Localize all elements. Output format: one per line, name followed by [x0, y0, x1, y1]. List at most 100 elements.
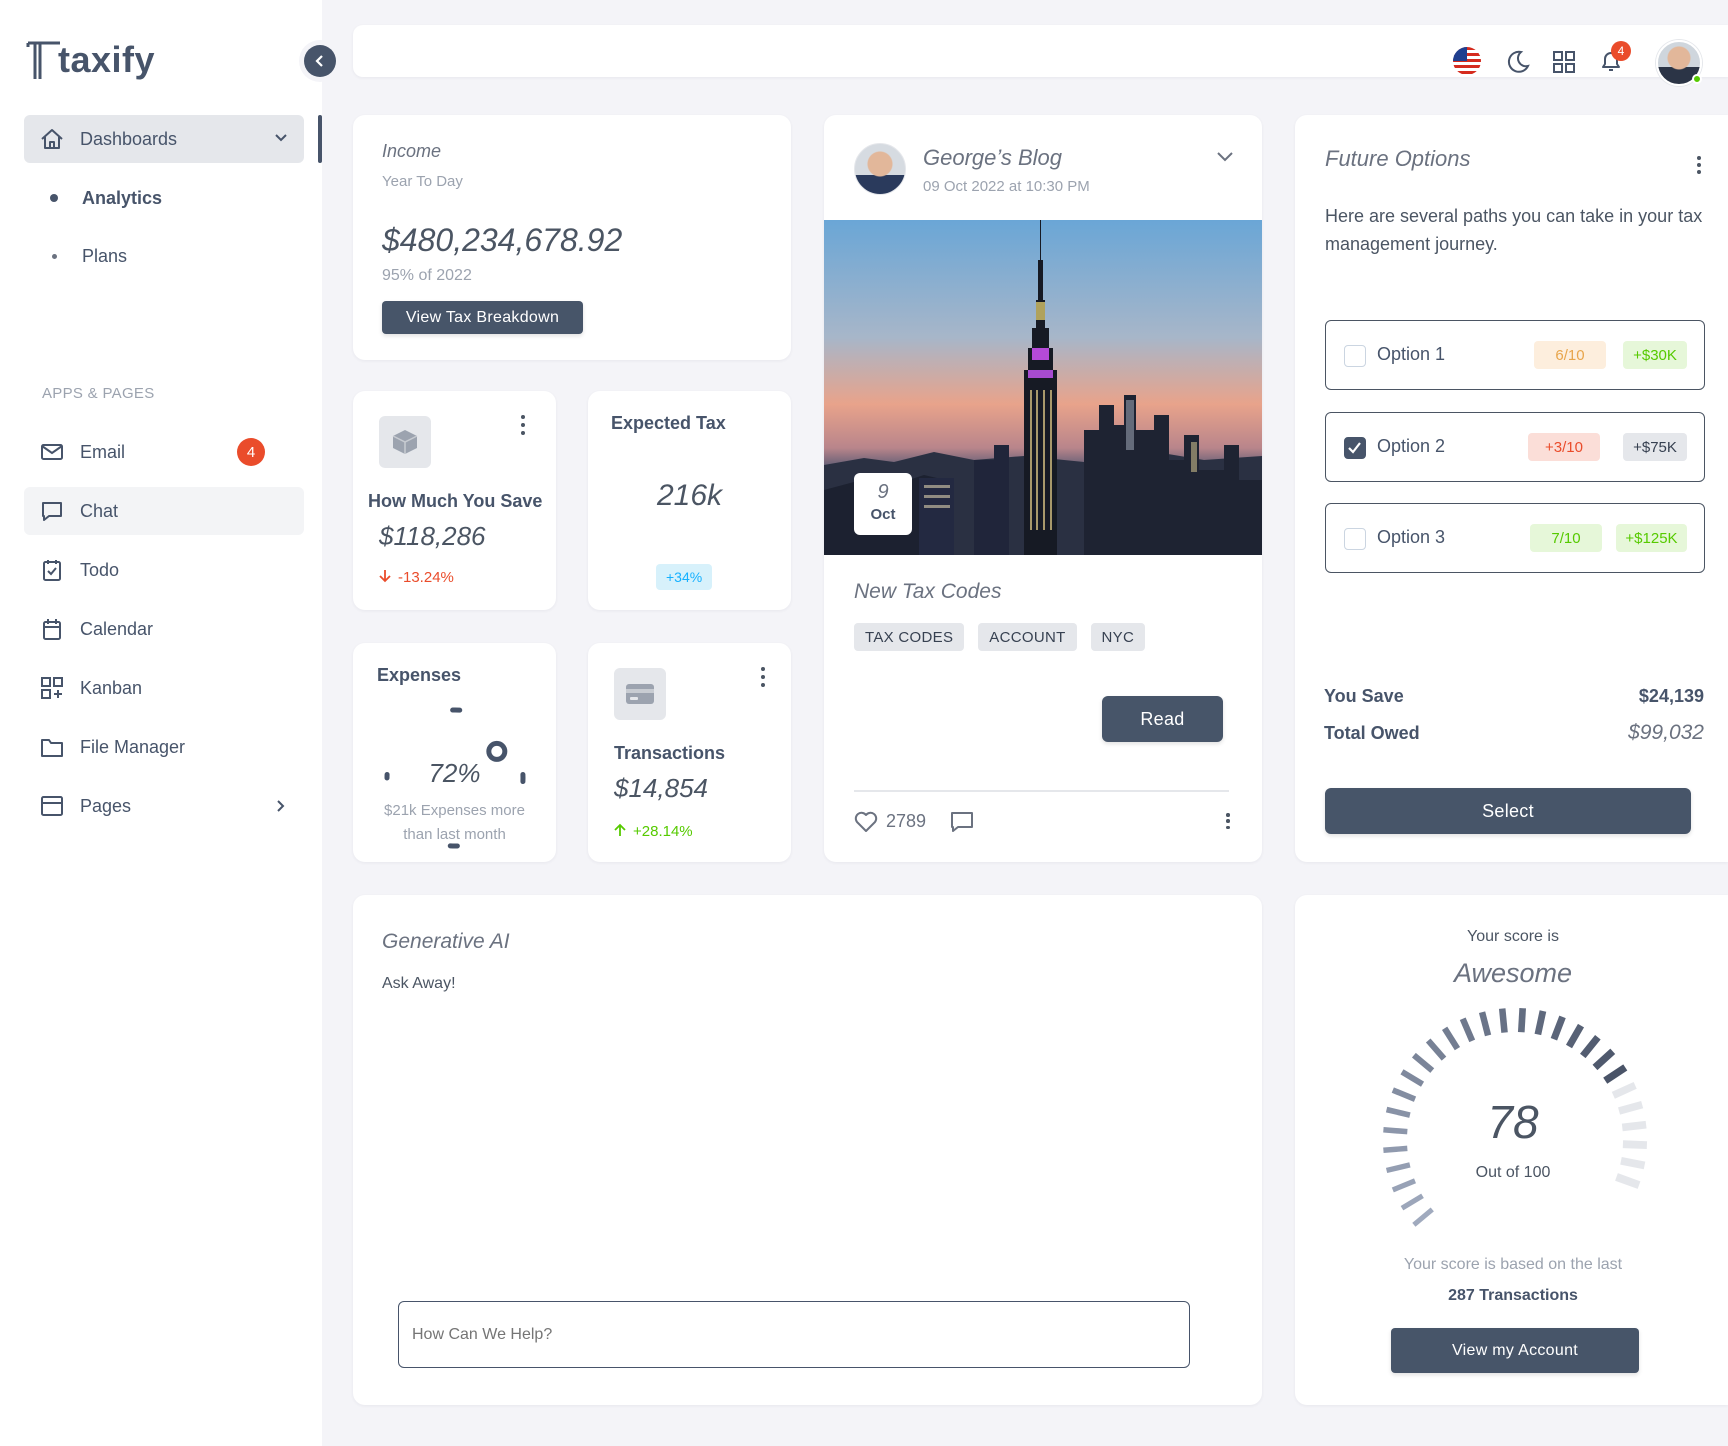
future-options-title: Future Options — [1325, 146, 1471, 171]
total-owed-value: $99,032 — [1628, 721, 1704, 744]
option-3-score: 7/10 — [1530, 524, 1602, 552]
date-badge-day: 9 — [877, 481, 889, 503]
read-button[interactable]: Read — [1102, 696, 1223, 742]
transactions-amount: $14,854 — [614, 773, 708, 803]
save-card: How Much You Save $118,286 -13.24% — [353, 391, 556, 610]
view-my-account-button[interactable]: View my Account — [1391, 1328, 1639, 1373]
blog-divider — [854, 790, 1229, 792]
blog-card: George’s Blog 09 Oct 2022 at 10:30 PM 9 … — [824, 115, 1262, 862]
option-3[interactable]: Option 3 7/10 +$125K — [1325, 503, 1705, 573]
home-icon — [41, 129, 63, 149]
online-status-dot — [1692, 74, 1702, 84]
nav-kanban[interactable]: Kanban — [24, 664, 304, 712]
score-out-of: Out of 100 — [1475, 1164, 1551, 1181]
collapse-sidebar-button[interactable] — [299, 40, 341, 82]
nav-pages[interactable]: Pages — [24, 782, 304, 830]
nav-todo-label: Todo — [80, 559, 120, 580]
transactions-title: Transactions — [614, 743, 726, 763]
you-save-label: You Save — [1324, 686, 1404, 706]
generative-ai-card: Generative AI Ask Away! — [353, 895, 1262, 1405]
chevron-down-icon[interactable] — [1216, 151, 1234, 163]
score-gauge-tick — [1400, 1069, 1425, 1087]
nav-email[interactable]: Email 4 — [24, 428, 304, 476]
user-avatar[interactable] — [1656, 40, 1702, 86]
logo[interactable]: taxify — [26, 38, 155, 82]
select-button[interactable]: Select — [1325, 788, 1691, 834]
likes-count: 2789 — [886, 811, 927, 831]
option-2-amount: +$75K — [1623, 433, 1687, 461]
score-gauge-tick — [1565, 1023, 1585, 1049]
score-gauge-tick — [1459, 1017, 1476, 1043]
score-gauge-tick — [1550, 1015, 1566, 1041]
score-heading: Your score is — [1467, 928, 1559, 945]
score-gauge-tick — [1603, 1064, 1628, 1084]
nav-chat[interactable]: Chat — [24, 487, 304, 535]
nav-calendar[interactable]: Calendar — [24, 605, 304, 653]
option-2-checkbox[interactable] — [1344, 437, 1366, 459]
more-vertical-icon[interactable] — [761, 667, 765, 687]
nav-todo[interactable]: Todo — [24, 546, 304, 594]
option-1-checkbox[interactable] — [1344, 345, 1366, 367]
language-flag-icon[interactable] — [1453, 47, 1481, 75]
chevron-right-icon — [277, 800, 285, 812]
save-change: -13.24% — [398, 569, 454, 586]
nav-dashboards[interactable]: Dashboards — [24, 115, 304, 163]
option-1-amount: +$30K — [1623, 341, 1687, 369]
tag-tax-codes[interactable]: TAX CODES — [854, 623, 965, 651]
tag-nyc[interactable]: NYC — [1090, 623, 1146, 651]
ask-input[interactable] — [398, 1301, 1190, 1368]
score-gauge-tick — [1400, 1193, 1424, 1211]
score-gauge-tick — [1391, 1178, 1417, 1193]
score-gauge-tick — [1498, 1008, 1508, 1033]
arrow-down-icon — [379, 570, 391, 583]
score-value: 78 — [1487, 1096, 1539, 1148]
apps-grid-icon[interactable] — [1552, 50, 1576, 74]
more-vertical-icon[interactable] — [521, 415, 525, 435]
nav-file-manager[interactable]: File Manager — [24, 723, 304, 771]
save-amount: $118,286 — [379, 521, 486, 551]
kanban-icon — [41, 677, 63, 699]
nav-plans[interactable]: Plans — [24, 232, 304, 280]
nav-calendar-label: Calendar — [80, 618, 154, 639]
more-vertical-icon[interactable] — [1697, 156, 1701, 174]
notification-badge: 4 — [1611, 41, 1631, 61]
heart-icon[interactable] — [854, 811, 878, 833]
nav-chat-label: Chat — [80, 500, 119, 521]
option-3-amount: +$125K — [1616, 524, 1687, 552]
option-1[interactable]: Option 1 6/10 +$30K — [1325, 320, 1705, 390]
expected-tax-change-badge: +34% — [656, 564, 713, 590]
blog-tags: TAX CODES ACCOUNT NYC — [854, 623, 1146, 651]
score-gauge-tick — [1517, 1008, 1527, 1033]
section-title: APPS & PAGES — [42, 385, 155, 402]
tag-account[interactable]: ACCOUNT — [978, 623, 1077, 651]
income-title: Income — [382, 141, 442, 161]
brand-name: taxify — [58, 39, 156, 80]
calendar-icon — [43, 619, 61, 640]
score-gauge-tick — [1425, 1038, 1447, 1061]
view-tax-breakdown-button[interactable]: View Tax Breakdown — [382, 301, 583, 334]
moon-icon[interactable] — [1505, 49, 1531, 75]
score-gauge-tick — [1441, 1026, 1461, 1051]
income-amount: $480,234,678.92 — [382, 222, 623, 258]
blog-author-avatar[interactable] — [854, 143, 906, 195]
score-gauge-tick — [1534, 1010, 1547, 1036]
option-3-checkbox[interactable] — [1344, 528, 1366, 550]
bullet-icon — [50, 194, 58, 202]
option-2[interactable]: Option 2 +3/10 +$75K — [1325, 412, 1705, 482]
comment-icon[interactable] — [950, 811, 974, 833]
todo-icon — [43, 560, 61, 581]
more-vertical-icon[interactable] — [1226, 813, 1230, 829]
nav-email-label: Email — [80, 441, 126, 462]
expenses-note-line2: than last month — [403, 826, 506, 843]
income-card: Income Year To Day $480,234,678.92 95% o… — [353, 115, 791, 360]
nav-analytics[interactable]: Analytics — [24, 174, 304, 222]
score-gauge-tick — [1611, 1081, 1637, 1099]
chevron-left-icon — [315, 55, 323, 67]
folder-icon — [41, 739, 63, 757]
nav-analytics-label: Analytics — [82, 187, 163, 208]
expected-tax-value: 216k — [656, 479, 723, 512]
generative-ai-subtitle: Ask Away! — [382, 975, 456, 992]
chevron-down-icon — [275, 134, 287, 142]
option-1-label: Option 1 — [1377, 344, 1446, 364]
score-gauge-tick — [1478, 1011, 1492, 1037]
